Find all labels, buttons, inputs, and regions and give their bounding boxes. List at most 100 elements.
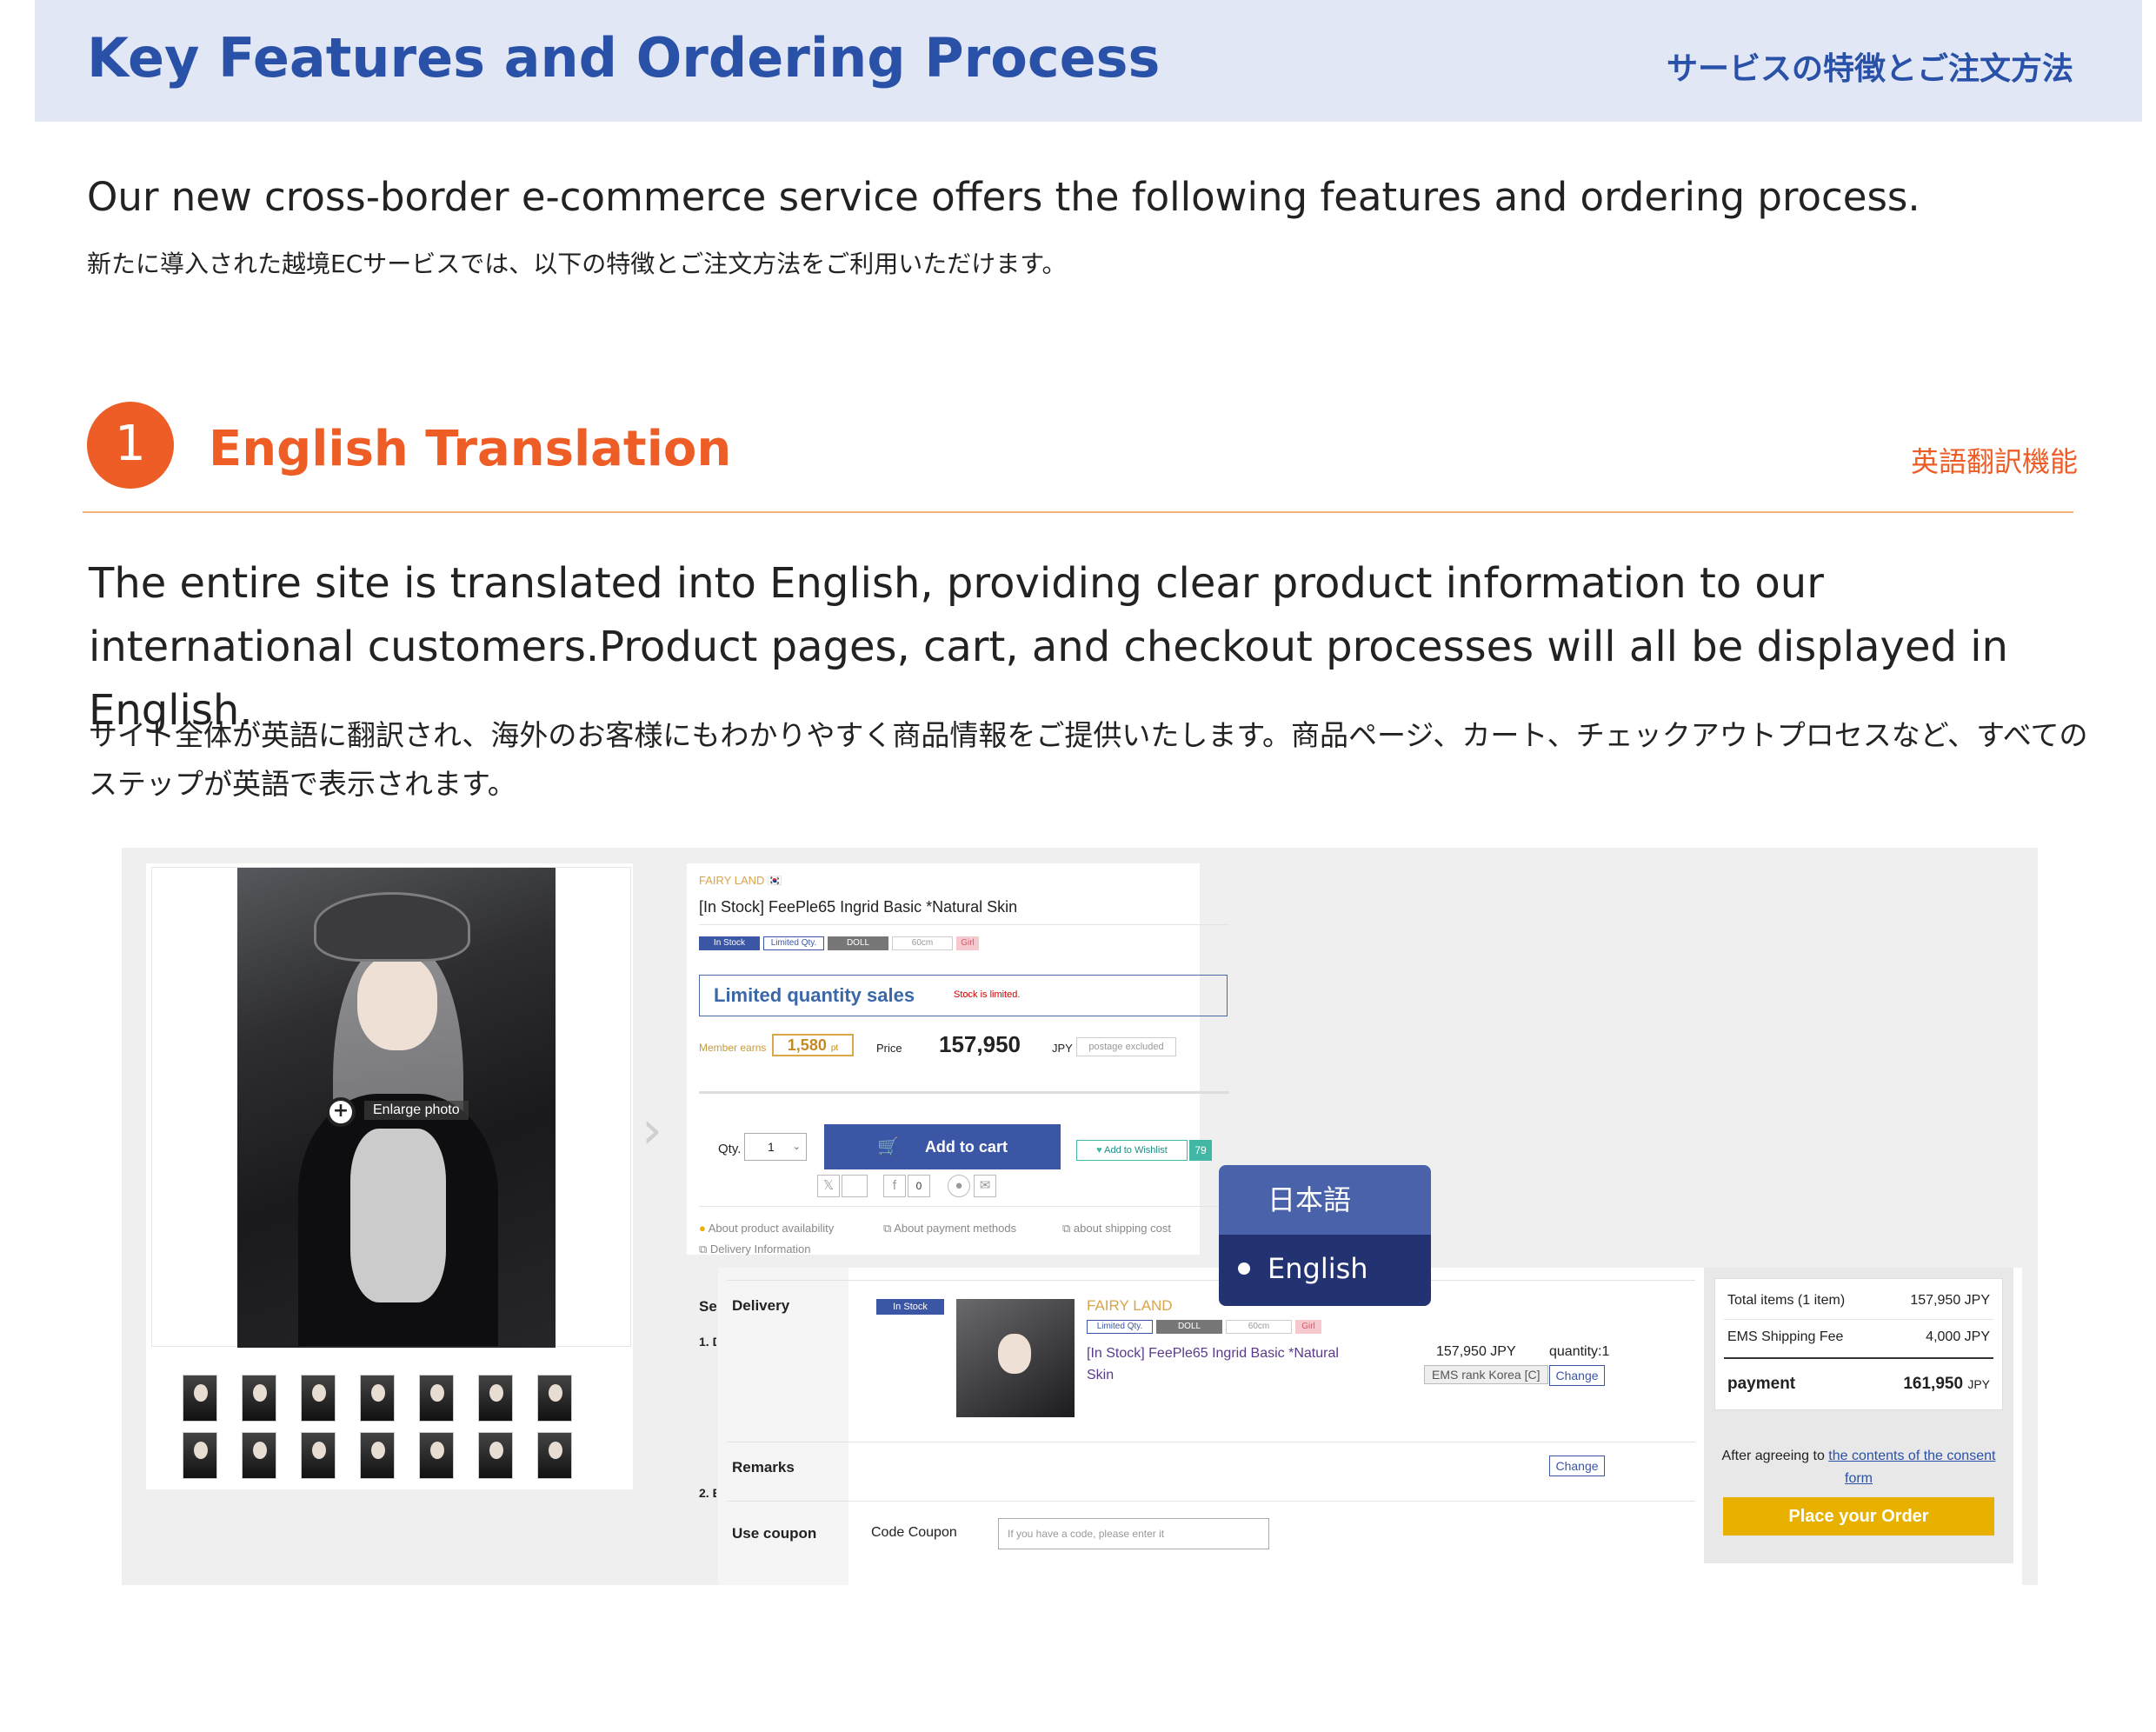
zoom-icon[interactable]: + xyxy=(326,1097,356,1127)
product-photo-frame: + Enlarge photo xyxy=(151,867,631,1348)
price-label: Price xyxy=(876,1042,902,1055)
postage-note: postage excluded xyxy=(1076,1037,1176,1056)
order-summary: Total items (1 item) 157,950 JPY EMS Shi… xyxy=(1704,1268,2013,1563)
tag-girl: Girl xyxy=(1295,1320,1321,1334)
consent-form-link[interactable]: the contents of the consent form xyxy=(1828,1449,1995,1486)
divider xyxy=(1724,1357,1993,1359)
thumbnail[interactable] xyxy=(478,1375,513,1422)
divider xyxy=(727,1501,1695,1502)
thumbnail[interactable] xyxy=(537,1432,572,1479)
thumbnail[interactable] xyxy=(419,1375,454,1422)
delivery-info-link[interactable]: ⧉ Delivery Information xyxy=(699,1242,811,1256)
in-stock-badge: In Stock xyxy=(876,1299,944,1315)
about-availability-link[interactable]: ● About product availability xyxy=(699,1222,834,1235)
tag-girl: Girl xyxy=(956,936,979,950)
shipping-fee-value: 4,000 JPY xyxy=(1926,1329,1990,1344)
product-info: FAIRY LAND 🇰🇷 [In Stock] FeePle65 Ingrid… xyxy=(687,863,1229,1256)
remarks-label: Remarks xyxy=(732,1459,795,1476)
total-items-value: 157,950 JPY xyxy=(1910,1293,1990,1308)
quantity-select[interactable]: 1 ⌄ xyxy=(744,1133,807,1161)
facebook-share-count: 0 xyxy=(908,1175,930,1197)
points-badge: 1,580 pt xyxy=(772,1034,854,1056)
language-menu: 日本語 English xyxy=(1219,1165,1431,1306)
change-quantity-button[interactable]: Change xyxy=(1549,1365,1605,1386)
section-body-jp: サイト全体が英語に翻訳され、海外のお客様にもわかりやすく商品情報をご提供いたしま… xyxy=(89,718,2088,801)
mail-share-icon[interactable]: ✉ xyxy=(974,1175,996,1197)
heart-icon: ♥ xyxy=(1096,1145,1102,1156)
thumbnail[interactable] xyxy=(360,1375,395,1422)
wishlist-count: 79 xyxy=(1189,1140,1212,1161)
price-currency: JPY xyxy=(1052,1042,1073,1055)
thumbnail[interactable] xyxy=(478,1432,513,1479)
thumbnail[interactable] xyxy=(360,1432,395,1479)
chevron-down-icon: ⌄ xyxy=(792,1142,801,1152)
thumbnail[interactable] xyxy=(242,1375,276,1422)
coupon-input[interactable]: If you have a code, please enter it xyxy=(998,1518,1269,1549)
tag-size: 60cm xyxy=(1226,1320,1292,1334)
flag-icon: 🇰🇷 xyxy=(768,874,782,887)
tag-size: 60cm xyxy=(892,936,953,950)
x-share-icon[interactable]: 𝕏 xyxy=(817,1175,840,1197)
cart-item-title[interactable]: [In Stock] FeePle65 Ingrid Basic *Natura… xyxy=(1087,1342,1356,1386)
language-option-english[interactable]: English xyxy=(1219,1235,1431,1306)
tag-doll: DOLL xyxy=(1156,1320,1222,1334)
about-shipping-link[interactable]: ⧉ about shipping cost xyxy=(1062,1222,1171,1236)
change-remarks-button[interactable]: Change xyxy=(1549,1456,1605,1476)
thumbnail[interactable] xyxy=(301,1375,336,1422)
enlarge-photo-label[interactable]: Enlarge photo xyxy=(364,1101,469,1120)
shipping-fee-label: EMS Shipping Fee xyxy=(1727,1329,1844,1344)
doll-dress-lace xyxy=(350,1129,446,1302)
limited-quantity-label: Limited quantity sales xyxy=(714,984,915,1006)
shipping-rank: EMS rank Korea [C] xyxy=(1424,1365,1548,1384)
cart-item-quantity: quantity:1 xyxy=(1549,1344,1610,1359)
external-link-icon: ⧉ xyxy=(1062,1222,1071,1235)
question-icon: ● xyxy=(699,1222,706,1235)
selected-dot-icon xyxy=(1238,1262,1250,1275)
language-option-japanese[interactable]: 日本語 xyxy=(1219,1165,1431,1235)
stock-note: Stock is limited. xyxy=(954,989,1021,1000)
add-to-wishlist-button[interactable]: ♥ Add to Wishlist xyxy=(1076,1140,1188,1161)
product-photo[interactable]: + Enlarge photo xyxy=(237,868,556,1348)
add-to-cart-button[interactable]: 🛒 Add to cart xyxy=(824,1124,1061,1169)
limited-quantity-banner: Limited quantity sales Stock is limited. xyxy=(699,975,1228,1016)
divider xyxy=(699,924,1229,925)
delivery-label: Delivery xyxy=(732,1297,790,1314)
section-title: English Translation xyxy=(209,421,732,477)
thumbnail[interactable] xyxy=(537,1375,572,1422)
price-value: 157,950 xyxy=(939,1031,1021,1057)
thumbnail[interactable] xyxy=(419,1432,454,1479)
cart-item-brand: FAIRY LAND xyxy=(1087,1297,1173,1314)
brand-name[interactable]: FAIRY LAND 🇰🇷 xyxy=(699,874,782,888)
thumbnail[interactable] xyxy=(242,1432,276,1479)
payment-label: payment xyxy=(1727,1375,1796,1393)
cart-icon: 🛒 xyxy=(877,1137,899,1156)
intro-text-jp: 新たに導入された越境ECサービスでは、以下の特徴とご注文方法をご利用いただけます… xyxy=(87,250,1067,278)
place-order-button[interactable]: Place your Order xyxy=(1723,1497,1994,1535)
product-gallery: + Enlarge photo xyxy=(146,863,633,1489)
chat-share-icon[interactable]: ● xyxy=(948,1175,970,1197)
step-1-cut: 1. D xyxy=(699,1335,716,1349)
total-items-label: Total items (1 item) xyxy=(1727,1293,1846,1308)
tag-limited: Limited Qty. xyxy=(1087,1320,1153,1334)
thumbnail[interactable] xyxy=(183,1432,217,1479)
external-link-icon: ⧉ xyxy=(699,1242,708,1256)
thumbnail[interactable] xyxy=(301,1432,336,1479)
chevron-right-icon[interactable]: › xyxy=(642,1100,662,1161)
about-payment-link[interactable]: ⧉ About payment methods xyxy=(883,1222,1016,1236)
consent-text: After agreeing to the contents of the co… xyxy=(1721,1449,1996,1486)
section-number-badge: 1 xyxy=(87,402,174,489)
page-title-jp: サービスの特徴とご注文方法 xyxy=(1666,51,2073,87)
doll-hat xyxy=(314,892,470,962)
code-coupon-label: Code Coupon xyxy=(871,1525,957,1540)
step-2-cut: 2. E xyxy=(699,1486,716,1500)
cart-item-image[interactable] xyxy=(956,1299,1075,1417)
thumbnail[interactable] xyxy=(183,1375,217,1422)
external-link-icon: ⧉ xyxy=(883,1222,892,1235)
screenshot-panel: + Enlarge photo › FAIRY LAND 🇰🇷 [In Stoc… xyxy=(122,848,2038,1585)
intro-text-en: Our new cross-border e-commerce service … xyxy=(87,174,1920,220)
quantity-label: Qty. xyxy=(718,1142,742,1156)
facebook-share-icon[interactable]: f xyxy=(883,1175,906,1197)
section-title-jp: 英語翻訳機能 xyxy=(1910,445,2078,478)
divider xyxy=(699,1206,1229,1207)
cart-item-price: 157,950 JPY xyxy=(1436,1344,1516,1359)
